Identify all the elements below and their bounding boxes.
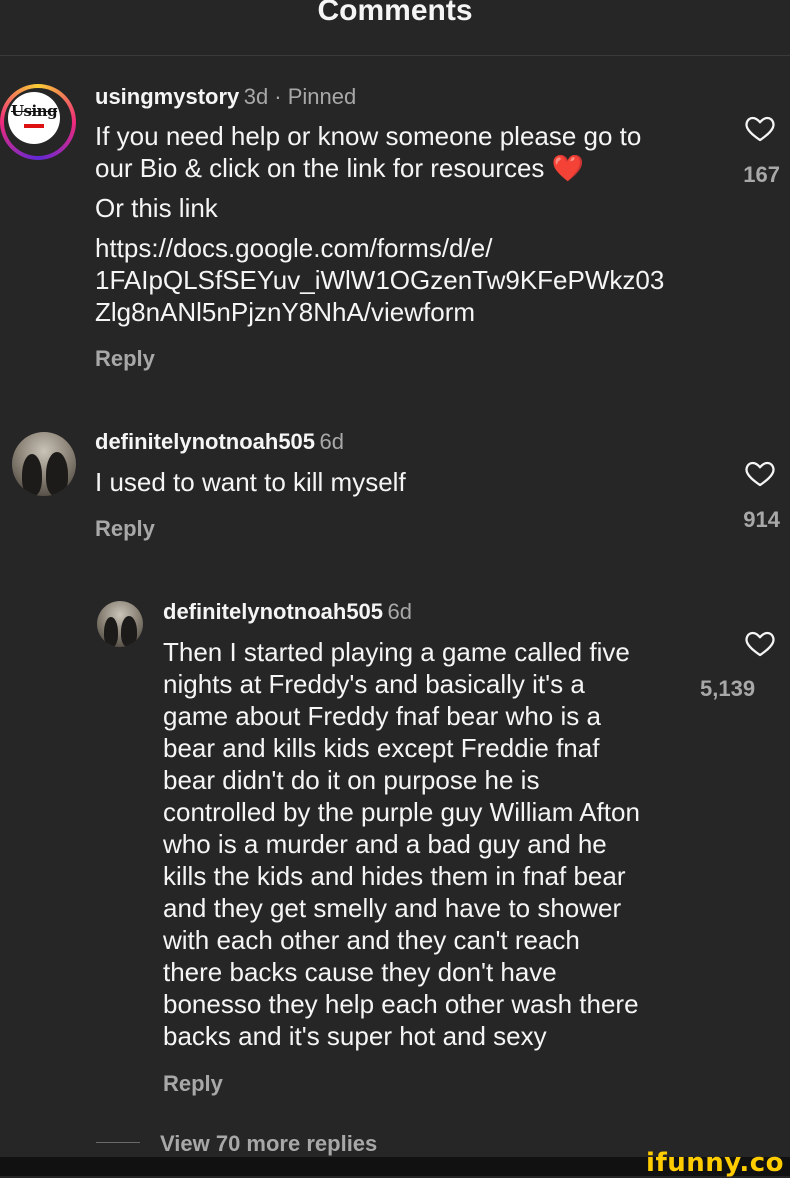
- comment-line: I used to want to kill myself: [95, 467, 406, 497]
- comment-1-meta: 3d · Pinned: [243, 84, 357, 109]
- comment-line: and they get smelly and have to shower: [163, 893, 622, 923]
- comment-3-heart-icon[interactable]: [743, 627, 777, 659]
- view-more-replies-button[interactable]: View 70 more replies: [160, 1131, 377, 1157]
- comment-3-username[interactable]: definitelynotnoah505: [163, 599, 383, 624]
- comment-line: bonesso they help each other wash there: [163, 989, 639, 1019]
- comment-line: controlled by the purple guy William Aft…: [163, 797, 640, 827]
- comment-2-body: I used to want to kill myself: [95, 466, 406, 498]
- comment-line: kills the kids and hides them in fnaf be…: [163, 861, 626, 891]
- comment-2-username[interactable]: definitelynotnoah505: [95, 429, 315, 454]
- avatar-photo-figure: [104, 617, 118, 647]
- avatar-photo-figure: [121, 616, 137, 647]
- comment-link-line[interactable]: Zlg8nANl5nPjznY8NhA/viewform: [95, 296, 664, 328]
- comment-1-heart-icon[interactable]: [743, 112, 777, 144]
- view-more-divider: [96, 1142, 140, 1143]
- comment-1-reply-button[interactable]: Reply: [95, 346, 155, 372]
- comment-2-meta: 6d: [319, 429, 344, 454]
- comment-line: backs and it's super hot and sexy: [163, 1021, 547, 1051]
- comment-line: bear didn't do it on purpose he is: [163, 765, 540, 795]
- avatar-photo-figure: [46, 452, 68, 496]
- comment-line: nights at Freddy's and basically it's a: [163, 669, 585, 699]
- comment-link-line[interactable]: 1FAIpQLSfSEYuv_iWlW1OGzenTw9KFePWkz03: [95, 264, 664, 296]
- comment-line: Or this link: [95, 193, 218, 223]
- comment-link-line[interactable]: https://docs.google.com/forms/d/e/: [95, 232, 664, 264]
- comment-3-like-count: 5,139: [700, 676, 756, 701]
- avatar-usingmystory[interactable]: Using: [0, 84, 76, 160]
- comment-1-header: usingmystory 3d · Pinned: [95, 84, 356, 110]
- avatar-definitelynotnoah505[interactable]: [12, 432, 76, 496]
- logo-wordmark: Using: [10, 102, 58, 120]
- comment-line: If you need help or know someone please …: [95, 121, 642, 151]
- comment-3-header: definitelynotnoah505 6d: [163, 599, 412, 625]
- avatar-definitelynotnoah505-reply[interactable]: [97, 601, 143, 647]
- avatar-photo-figure: [22, 454, 42, 496]
- comments-header: Comments: [0, 0, 790, 56]
- comment-line: Then I started playing a game called fiv…: [163, 637, 630, 667]
- comment-2-heart-icon[interactable]: [743, 457, 777, 489]
- comment-1-body: If you need help or know someone please …: [95, 120, 664, 328]
- comment-line: with each other and they can't reach: [163, 925, 580, 955]
- comment-3-reply-button[interactable]: Reply: [163, 1071, 223, 1097]
- comment-2-like-count: 914: [743, 507, 780, 532]
- comment-line: our Bio & click on the link for resource…: [95, 153, 585, 183]
- comment-line: bear and kills kids except Freddie fnaf: [163, 733, 600, 763]
- comment-2-reply-button[interactable]: Reply: [95, 516, 155, 542]
- page-title: Comments: [317, 0, 473, 27]
- comment-line: game about Freddy fnaf bear who is a: [163, 701, 601, 731]
- comment-2-header: definitelynotnoah505 6d: [95, 429, 344, 455]
- comment-1-like-count: 167: [743, 162, 780, 187]
- comment-1-username[interactable]: usingmystory: [95, 84, 239, 109]
- ifunny-watermark: ifunny.co: [646, 1148, 784, 1178]
- comment-3-body: Then I started playing a game called fiv…: [163, 636, 640, 1052]
- comment-3-meta: 6d: [387, 599, 412, 624]
- brand-logo: Using: [8, 92, 60, 144]
- logo-red-bar: [24, 124, 44, 128]
- comment-line: who is a murder and a bad guy and he: [163, 829, 607, 859]
- comment-line: there backs cause they don't have: [163, 957, 557, 987]
